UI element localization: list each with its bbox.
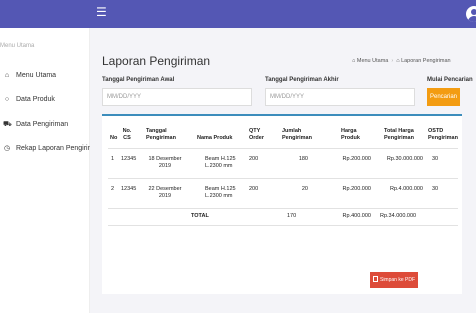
table-cell: 12345 [121, 186, 137, 192]
table-cell: 12345 [121, 156, 137, 162]
pdf-icon [372, 276, 378, 282]
table-cell: 2 [111, 186, 115, 192]
total-jumlah: 170 [287, 213, 297, 219]
col-header-harga: Harga Produk [341, 128, 360, 141]
col-header-qty: QTY Order [249, 128, 264, 141]
save-pdf-button[interactable]: Simpan ke PDF [370, 272, 418, 288]
sidebar-item-rekap-laporan[interactable]: ◷ Rekap Laporan Pengiriman [3, 144, 102, 153]
col-header-total-harga: Total Harga Pengiriman [384, 128, 414, 141]
search-label: Mulai Pencarian [427, 77, 473, 83]
circle-icon: ○ [4, 96, 10, 103]
col-header-no: No [110, 135, 118, 141]
dashboard-icon: ⌂ [4, 72, 10, 79]
table-cell: 180 [298, 156, 308, 162]
clock-icon: ◷ [3, 145, 11, 152]
table-accent-line [102, 114, 462, 116]
start-date-input[interactable]: MM/DD/YYY [102, 88, 252, 106]
sidebar: Menu Utama ⌂ Menu Utama ○ Data Produk ⛟ … [0, 28, 101, 313]
home-icon: ⌂ [396, 58, 400, 64]
report-table: No No. CS Tanggal Pengiriman Nama Produk… [102, 114, 462, 294]
table-cell: 200 [249, 186, 259, 192]
table-cell: Beam H.125 L.2300 mm [205, 156, 236, 169]
search-button[interactable]: Pencarian [427, 88, 460, 106]
table-cell: Rp.200.000 [342, 186, 371, 192]
table-cell: Rp.200.000 [342, 156, 371, 162]
sidebar-item-data-pengiriman[interactable]: ⛟ Data Pengiriman [3, 120, 68, 129]
table-cell: 1 [111, 156, 115, 162]
page-title: Laporan Pengiriman [102, 54, 211, 68]
table-cell: 30 [432, 156, 439, 162]
home-icon: ⌂ [352, 58, 356, 64]
col-header-tanggal: Tanggal Pengiriman [146, 128, 176, 141]
col-header-jumlah: Jumlah Pengiriman [282, 128, 312, 141]
col-header-produk: Nama Produk [197, 135, 233, 141]
sidebar-item-label: Data Produk [16, 96, 55, 103]
end-date-label: Tanggal Pengiriman Akhir [265, 77, 339, 83]
table-cell: 18 Desember 2019 [148, 156, 182, 169]
col-header-no-cs: No. CS [122, 128, 132, 141]
total-harga: Rp.400.000 [342, 213, 371, 219]
table-cell: 22 Desember 2019 [148, 186, 182, 199]
table-cell: Beam H.125 L.2300 mm [205, 186, 236, 199]
breadcrumb: ⌂ Menu Utama › ⌂ Laporan Pengiriman [352, 58, 451, 64]
table-cell: 200 [249, 156, 259, 162]
table-cell: 30 [432, 186, 439, 192]
sidebar-item-label: Rekap Laporan Pengiriman [16, 144, 102, 152]
sidebar-item-label: Menu Utama [16, 72, 57, 79]
user-avatar-icon[interactable] [466, 6, 476, 22]
truck-icon: ⛟ [3, 121, 12, 128]
total-label: TOTAL [191, 213, 209, 219]
start-date-label: Tanggal Pengiriman Awal [102, 77, 175, 83]
breadcrumb-item[interactable]: Menu Utama [357, 58, 389, 64]
end-date-input[interactable]: MM/DD/YYY [265, 88, 415, 106]
table-cell: 20 [301, 186, 308, 192]
menu-toggle-icon[interactable]: ☰ [96, 5, 107, 19]
table-divider [108, 148, 458, 149]
sidebar-item-data-produk[interactable]: ○ Data Produk [3, 96, 55, 103]
col-header-ostd: OSTD Pengiriman [428, 128, 458, 141]
table-divider [108, 225, 458, 226]
sidebar-item-label: Data Pengiriman [16, 121, 69, 128]
sidebar-heading: Menu Utama [0, 43, 35, 49]
total-harga-pengiriman: Rp.34.000.000 [380, 213, 417, 219]
table-divider [108, 208, 458, 209]
table-divider [108, 178, 458, 179]
sidebar-item-menu-utama[interactable]: ⌂ Menu Utama [3, 72, 56, 79]
table-cell: Rp.30.000.000 [386, 156, 423, 162]
save-pdf-label: Simpan ke PDF [379, 277, 415, 283]
main-content: Laporan Pengiriman ⌂ Menu Utama › ⌂ Lapora… [90, 28, 476, 313]
table-cell: Rp.4.000.000 [389, 186, 423, 192]
top-navbar: ☰ [0, 0, 476, 28]
breadcrumb-item: Laporan Pengiriman [401, 58, 451, 64]
